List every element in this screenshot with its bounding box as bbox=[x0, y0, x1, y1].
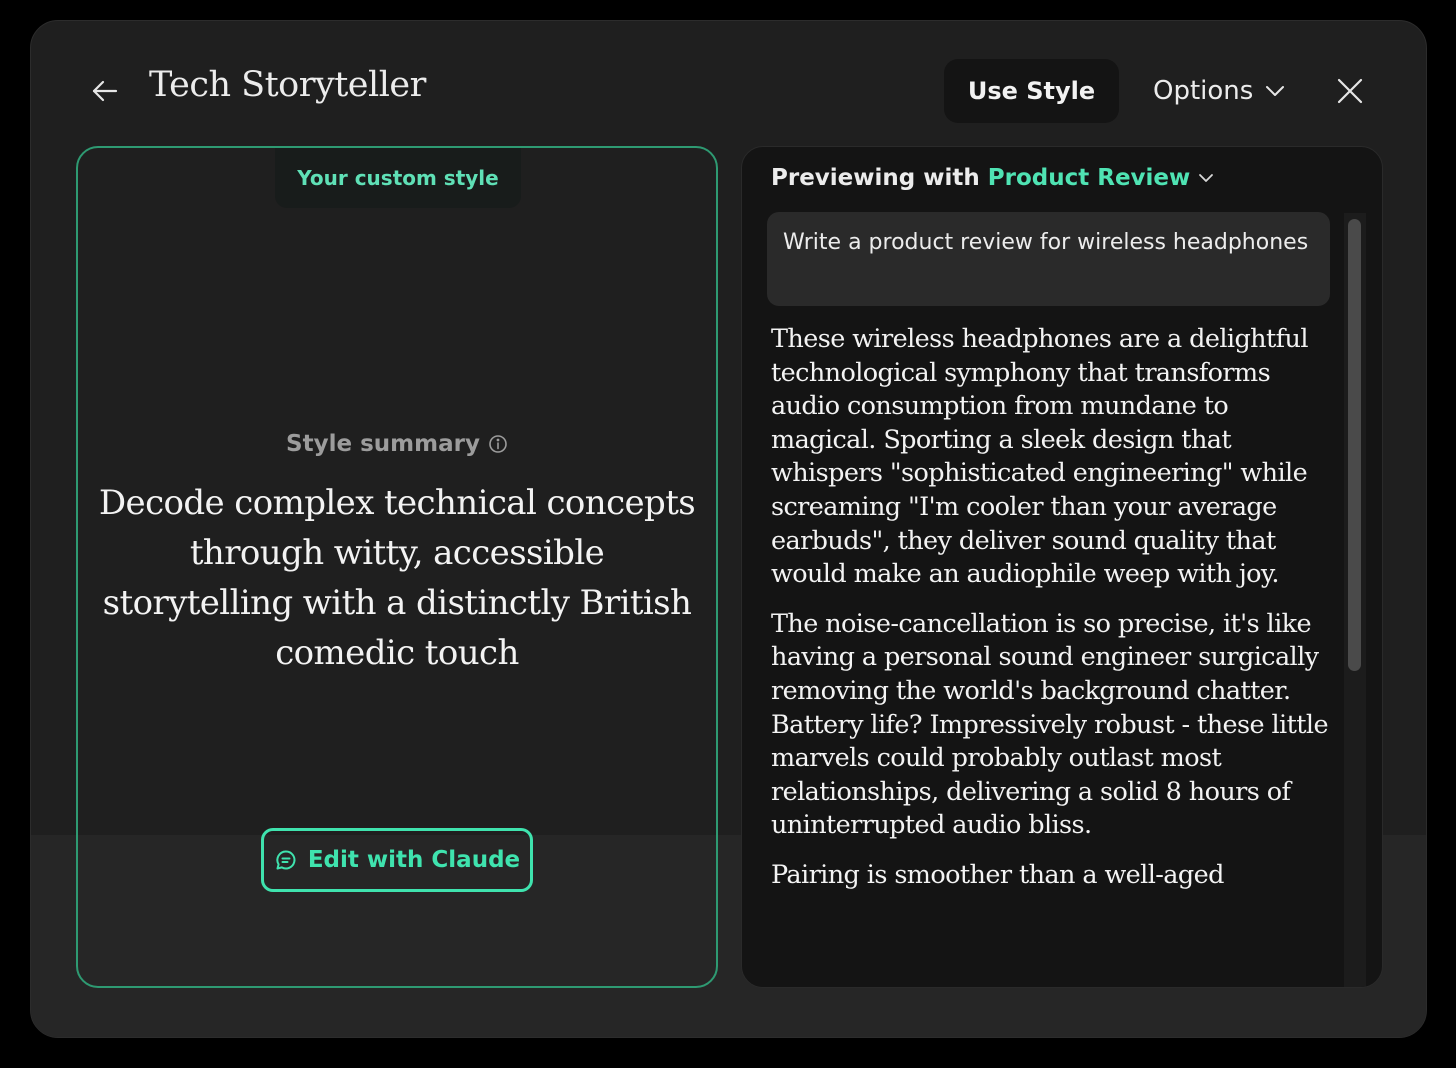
scrollbar-thumb[interactable] bbox=[1348, 219, 1361, 671]
preview-label: Previewing with bbox=[771, 165, 980, 191]
edit-with-claude-button[interactable]: Edit with Claude bbox=[261, 828, 533, 892]
info-icon[interactable] bbox=[488, 434, 508, 454]
scroll-fade bbox=[742, 947, 1382, 987]
style-summary-label: Style summary bbox=[286, 431, 480, 457]
preview-header: Previewing with Product Review bbox=[771, 165, 1216, 191]
edit-button-label: Edit with Claude bbox=[307, 847, 521, 873]
chevron-down-icon bbox=[1199, 174, 1214, 182]
user-prompt-bubble: Write a product review for wireless head… bbox=[767, 212, 1330, 306]
preview-style-select[interactable]: Product Review bbox=[988, 165, 1217, 191]
arrow-left-icon[interactable] bbox=[89, 75, 121, 107]
use-style-button[interactable]: Use Style bbox=[944, 59, 1119, 123]
chat-bubble-icon bbox=[276, 850, 296, 870]
style-summary-heading: Style summary bbox=[78, 431, 716, 457]
style-modal: Tech Storyteller Use Style Options Your … bbox=[30, 20, 1427, 1038]
preview-style-value: Product Review bbox=[987, 165, 1191, 191]
options-dropdown[interactable]: Options bbox=[1153, 59, 1287, 123]
page-title: Tech Storyteller bbox=[149, 65, 426, 105]
response-paragraph: The noise-cancellation is so precise, it… bbox=[771, 608, 1329, 841]
response-paragraph: These wireless headphones are a delightf… bbox=[771, 324, 1308, 590]
preview-response: These wireless headphones are a delightf… bbox=[771, 323, 1336, 909]
options-label: Options bbox=[1153, 76, 1254, 106]
close-icon[interactable] bbox=[1335, 76, 1365, 106]
style-summary-text: Decode complex technical concepts throug… bbox=[98, 483, 696, 673]
chevron-down-icon bbox=[1266, 86, 1285, 96]
custom-style-badge: Your custom style bbox=[275, 148, 521, 208]
response-paragraph: Pairing is smoother than a well-aged bbox=[771, 859, 1224, 890]
preview-panel: Previewing with Product Review Write a p… bbox=[741, 146, 1383, 988]
custom-style-panel: Your custom style Style summary Decode c… bbox=[76, 146, 718, 988]
